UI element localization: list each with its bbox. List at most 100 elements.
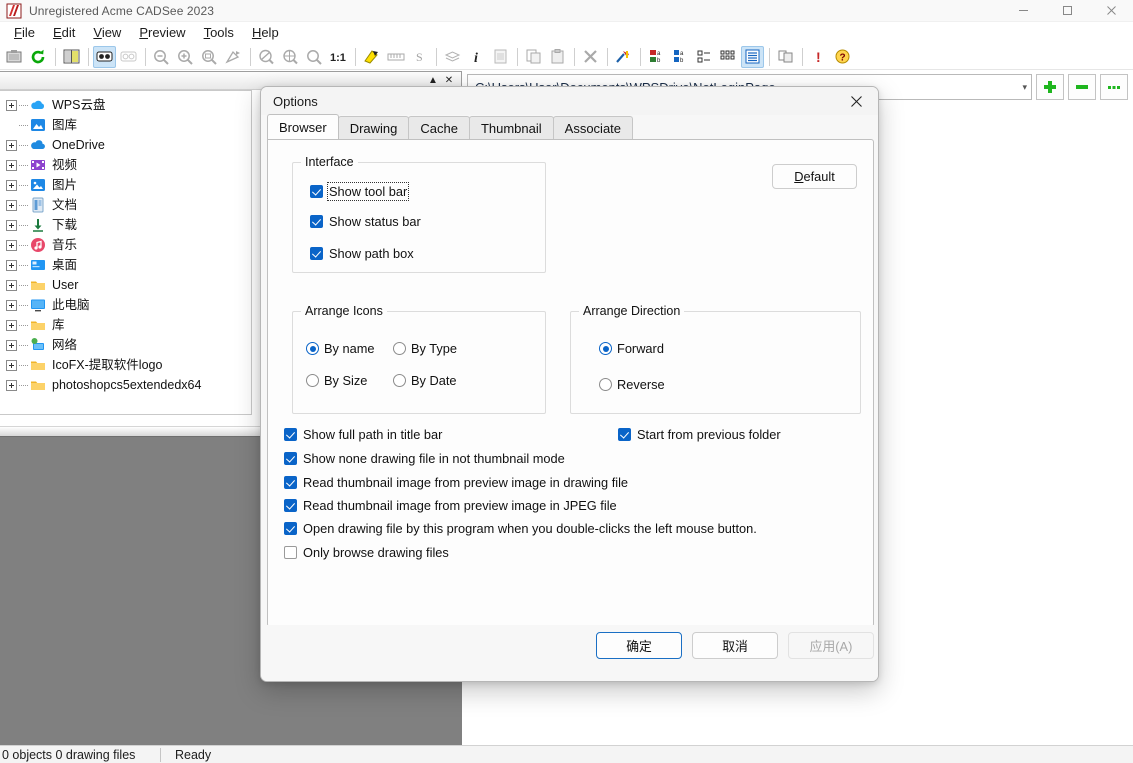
help-icon[interactable]: ? bbox=[831, 46, 854, 68]
expand-icon[interactable] bbox=[6, 240, 17, 251]
more-button[interactable] bbox=[1100, 74, 1128, 100]
split-view-icon[interactable] bbox=[60, 46, 83, 68]
open-folder-icon[interactable] bbox=[3, 46, 26, 68]
list-detail-icon[interactable] bbox=[717, 46, 740, 68]
tree-item-photoshop[interactable]: photoshopcs5extendedx64 bbox=[0, 375, 251, 395]
cancel-button[interactable]: 取消 bbox=[692, 632, 778, 659]
hammer-tools-icon[interactable] bbox=[612, 46, 635, 68]
checkbox-show-full-path[interactable]: Show full path in title bar bbox=[284, 427, 442, 442]
apply-button: 应用(A) bbox=[788, 632, 874, 659]
menu-file[interactable]: File bbox=[5, 23, 44, 43]
radio-by-size[interactable]: By Size bbox=[306, 373, 367, 388]
sort-ascending-icon[interactable]: ab bbox=[669, 46, 692, 68]
ok-button[interactable]: 确定 bbox=[596, 632, 682, 659]
chevron-down-icon[interactable]: ▾ bbox=[1022, 82, 1027, 93]
expand-icon[interactable] bbox=[6, 320, 17, 331]
this-pc-icon bbox=[30, 297, 46, 313]
checkbox-indicator bbox=[284, 428, 297, 441]
alert-icon[interactable]: ! bbox=[807, 46, 830, 68]
checkbox-indicator bbox=[284, 546, 297, 559]
checkbox-label: Only browse drawing files bbox=[303, 545, 449, 560]
folder-tree[interactable]: WPS云盘 图库 bbox=[0, 90, 252, 415]
expand-icon[interactable] bbox=[6, 380, 17, 391]
folder-icon bbox=[30, 317, 46, 333]
checkbox-open-drawing-on-double-click[interactable]: Open drawing file by this program when y… bbox=[284, 521, 757, 536]
checkbox-show-tool-bar[interactable]: Show tool bar bbox=[310, 184, 407, 199]
radio-by-date[interactable]: By Date bbox=[393, 373, 457, 388]
tree-item-wps-cloud[interactable]: WPS云盘 bbox=[0, 95, 251, 115]
tab-browser[interactable]: Browser bbox=[267, 114, 339, 139]
gallery-icon bbox=[30, 117, 46, 133]
list-small-icon[interactable] bbox=[693, 46, 716, 68]
tree-item-videos[interactable]: 视频 bbox=[0, 155, 251, 175]
checkbox-read-thumbnail-drawing[interactable]: Read thumbnail image from preview image … bbox=[284, 475, 628, 490]
expand-icon[interactable] bbox=[6, 360, 17, 371]
remove-button[interactable] bbox=[1068, 74, 1096, 100]
expand-icon[interactable] bbox=[6, 180, 17, 191]
dialog-close-button[interactable] bbox=[834, 87, 878, 115]
tree-item-gallery[interactable]: 图库 bbox=[0, 115, 251, 135]
properties-icon[interactable] bbox=[774, 46, 797, 68]
expand-icon[interactable] bbox=[6, 160, 17, 171]
tree-item-label: IcoFX-提取软件logo bbox=[52, 357, 162, 373]
add-button[interactable] bbox=[1036, 74, 1064, 100]
menu-tools[interactable]: Tools bbox=[195, 23, 243, 43]
info-icon[interactable]: i bbox=[465, 46, 488, 68]
default-button[interactable]: Default bbox=[772, 164, 857, 189]
tab-associate[interactable]: Associate bbox=[553, 116, 633, 139]
tree-item-documents[interactable]: 文档 bbox=[0, 195, 251, 215]
radio-indicator bbox=[306, 374, 319, 387]
expand-icon[interactable] bbox=[6, 340, 17, 351]
tree-item-library[interactable]: 库 bbox=[0, 315, 251, 335]
checkbox-indicator bbox=[284, 452, 297, 465]
interface-group: Interface Show tool bar Show status bar … bbox=[292, 162, 546, 273]
tree-item-label: WPS云盘 bbox=[52, 97, 105, 113]
binocular-view-icon[interactable] bbox=[93, 46, 116, 68]
radio-by-type[interactable]: By Type bbox=[393, 341, 457, 356]
expand-icon[interactable] bbox=[6, 100, 17, 111]
checkbox-show-status-bar[interactable]: Show status bar bbox=[310, 214, 421, 229]
tree-item-user[interactable]: User bbox=[0, 275, 251, 295]
radio-forward[interactable]: Forward bbox=[599, 341, 664, 356]
dialog-titlebar: Options bbox=[261, 87, 878, 115]
thumbnail-view-icon[interactable] bbox=[741, 46, 764, 68]
tree-item-pictures[interactable]: 图片 bbox=[0, 175, 251, 195]
svg-text:a: a bbox=[657, 51, 661, 57]
menu-preview[interactable]: Preview bbox=[130, 23, 194, 43]
refresh-icon[interactable] bbox=[27, 46, 50, 68]
expand-icon[interactable] bbox=[6, 140, 17, 151]
tree-item-onedrive[interactable]: OneDrive bbox=[0, 135, 251, 155]
sort-descending-icon[interactable]: ab bbox=[645, 46, 668, 68]
menu-edit[interactable]: Edit bbox=[44, 23, 84, 43]
svg-text:b: b bbox=[680, 58, 684, 64]
close-button[interactable] bbox=[1089, 0, 1133, 22]
expand-icon[interactable] bbox=[6, 300, 17, 311]
radio-reverse[interactable]: Reverse bbox=[599, 377, 665, 392]
batch-convert-icon[interactable] bbox=[360, 46, 383, 68]
tree-item-downloads[interactable]: 下载 bbox=[0, 215, 251, 235]
tab-cache[interactable]: Cache bbox=[408, 116, 470, 139]
checkbox-show-none-drawing-file[interactable]: Show none drawing file in not thumbnail … bbox=[284, 451, 565, 466]
checkbox-start-from-previous-folder[interactable]: Start from previous folder bbox=[618, 427, 781, 442]
tree-item-music[interactable]: 音乐 bbox=[0, 235, 251, 255]
checkbox-show-path-box[interactable]: Show path box bbox=[310, 246, 414, 261]
menu-help[interactable]: Help bbox=[243, 23, 288, 43]
minimize-button[interactable] bbox=[1001, 0, 1045, 22]
tree-line bbox=[19, 245, 28, 246]
maximize-button[interactable] bbox=[1045, 0, 1089, 22]
checkbox-read-thumbnail-jpeg[interactable]: Read thumbnail image from preview image … bbox=[284, 498, 617, 513]
tree-item-this-pc[interactable]: 此电脑 bbox=[0, 295, 251, 315]
expand-icon[interactable] bbox=[6, 280, 17, 291]
radio-by-name[interactable]: By name bbox=[306, 341, 375, 356]
menu-view[interactable]: View bbox=[84, 23, 130, 43]
tree-item-desktop[interactable]: 桌面 bbox=[0, 255, 251, 275]
tab-thumbnail[interactable]: Thumbnail bbox=[469, 116, 554, 139]
desktop-icon bbox=[30, 257, 46, 273]
tab-drawing[interactable]: Drawing bbox=[338, 116, 410, 139]
expand-icon[interactable] bbox=[6, 200, 17, 211]
expand-icon[interactable] bbox=[6, 260, 17, 271]
tree-item-icofx[interactable]: IcoFX-提取软件logo bbox=[0, 355, 251, 375]
tree-item-network[interactable]: 网络 bbox=[0, 335, 251, 355]
expand-icon[interactable] bbox=[6, 220, 17, 231]
checkbox-only-browse-drawing-files[interactable]: Only browse drawing files bbox=[284, 545, 449, 560]
